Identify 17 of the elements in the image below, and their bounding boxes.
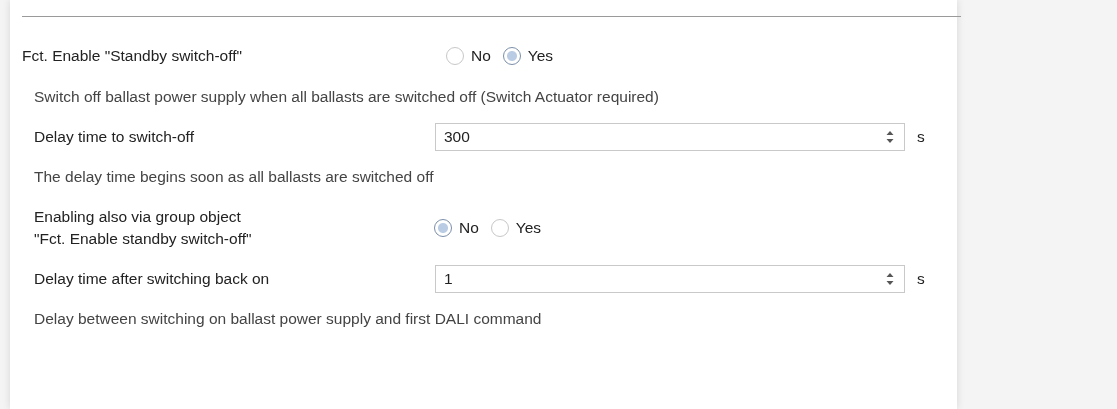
number-field[interactable]: 1	[435, 265, 905, 293]
spinner-icon[interactable]	[886, 130, 894, 144]
number-field[interactable]: 300	[435, 123, 905, 151]
radio-option[interactable]: No	[446, 47, 491, 65]
hint-text: Switch off ballast power supply when all ballasts are switched off (Switch Actuator required)	[33, 87, 660, 107]
radio-option[interactable]: No	[434, 219, 479, 237]
field-label: Delay time to switch-off	[34, 127, 195, 147]
radio-option[interactable]: Yes	[502, 47, 554, 65]
field-label: Enabling also via group object "Fct. Enable standby switch-off"	[34, 207, 253, 249]
hint-text: Delay between switching on ballast power supply and first DALI command	[33, 309, 543, 329]
unit-label: s	[917, 270, 925, 288]
field-label: Fct. Enable "Standby switch-off"	[22, 46, 244, 66]
field-label: Delay time after switching back on	[34, 269, 271, 289]
hint-text: The delay time begins soon as all ballasts are switched off	[33, 167, 435, 187]
spinner-icon[interactable]	[886, 272, 894, 286]
unit-label: s	[917, 128, 925, 146]
radio-option[interactable]: Yes	[490, 219, 542, 237]
